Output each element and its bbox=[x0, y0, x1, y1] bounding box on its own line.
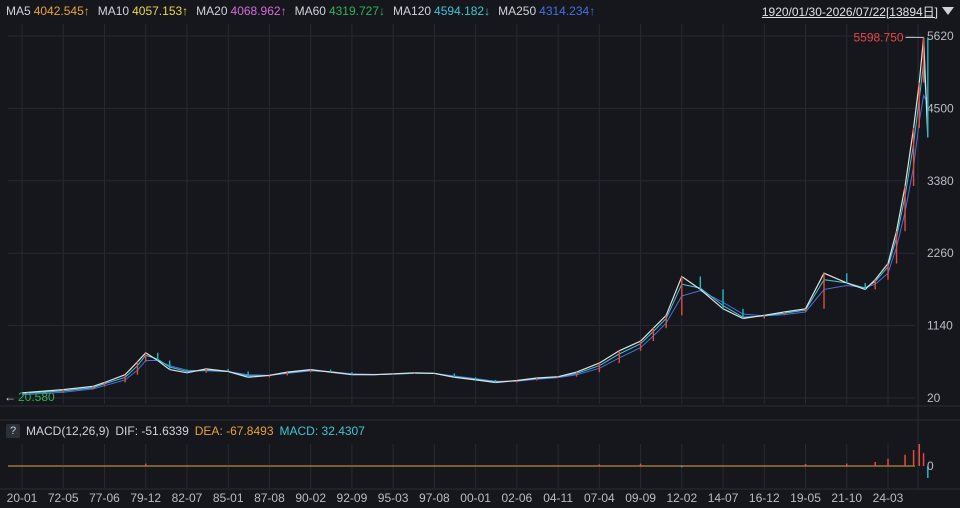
macd-label: MACD: bbox=[279, 424, 319, 438]
price-y-axis: 20 1140 2260 3380 4500 5620 bbox=[927, 29, 954, 405]
dea-value: -67.8493 bbox=[226, 424, 274, 438]
price-series-line bbox=[21, 37, 929, 394]
time-x-axis: 20-01 72-05 77-06 79-12 82-07 85-01 87-08 90-02… bbox=[7, 491, 904, 505]
x-tick-label: 14-07 bbox=[708, 491, 739, 505]
x-tick-label: 20-01 bbox=[7, 491, 38, 505]
x-tick-label: 82-07 bbox=[172, 491, 203, 505]
x-tick-label: 90-02 bbox=[295, 491, 326, 505]
x-tick-label: 79-12 bbox=[130, 491, 161, 505]
macd-y-tick-label: 0 bbox=[927, 459, 934, 473]
x-tick-label: 16-12 bbox=[749, 491, 780, 505]
x-tick-label: 24-03 bbox=[873, 491, 904, 505]
x-tick-label: 02-06 bbox=[502, 491, 533, 505]
x-tick-label: 95-03 bbox=[378, 491, 409, 505]
x-tick-label: 04-11 bbox=[543, 491, 573, 505]
y-tick-label: 1140 bbox=[927, 319, 953, 333]
min-arrow-icon: ← bbox=[4, 390, 16, 404]
min-price-label: 20.580 bbox=[18, 390, 55, 404]
y-tick-label: 4500 bbox=[927, 101, 954, 115]
dea-label: DEA: bbox=[194, 424, 223, 438]
x-tick-label: 85-01 bbox=[213, 491, 244, 505]
x-tick-label: 72-05 bbox=[48, 491, 79, 505]
macd-value: 32.4307 bbox=[321, 424, 365, 438]
x-tick-label: 87-08 bbox=[254, 491, 285, 505]
chart-series bbox=[21, 37, 929, 396]
y-tick-label: 5620 bbox=[927, 29, 954, 43]
macd-histogram: 0 bbox=[8, 444, 934, 478]
x-tick-label: 77-06 bbox=[89, 491, 120, 505]
dif-label: DIF: bbox=[115, 424, 139, 438]
macd-name: MACD(12,26,9) bbox=[26, 424, 110, 438]
y-tick-label: 3380 bbox=[927, 174, 954, 188]
chart-annotations: 5598.750 ← 20.580 bbox=[4, 30, 924, 404]
dif-value: -51.6339 bbox=[141, 424, 189, 438]
x-tick-label: 21-10 bbox=[831, 491, 862, 505]
y-tick-label: 20 bbox=[927, 391, 941, 405]
x-tick-label: 19-05 bbox=[790, 491, 821, 505]
x-tick-label: 97-08 bbox=[419, 491, 450, 505]
x-tick-label: 92-09 bbox=[337, 491, 368, 505]
ma-series-line bbox=[21, 63, 929, 394]
help-icon[interactable]: ? bbox=[6, 424, 20, 438]
max-price-label: 5598.750 bbox=[853, 30, 903, 44]
x-tick-label: 07-04 bbox=[584, 491, 615, 505]
x-tick-label: 00-01 bbox=[460, 491, 491, 505]
y-tick-label: 2260 bbox=[927, 246, 954, 260]
x-tick-label: 09-09 bbox=[625, 491, 656, 505]
chart-grid bbox=[0, 24, 960, 490]
ma-series-line bbox=[21, 94, 929, 396]
macd-legend: ? MACD(12,26,9) DIF: -51.6339 DEA: -67.8… bbox=[0, 422, 960, 440]
x-tick-label: 12-02 bbox=[666, 491, 697, 505]
